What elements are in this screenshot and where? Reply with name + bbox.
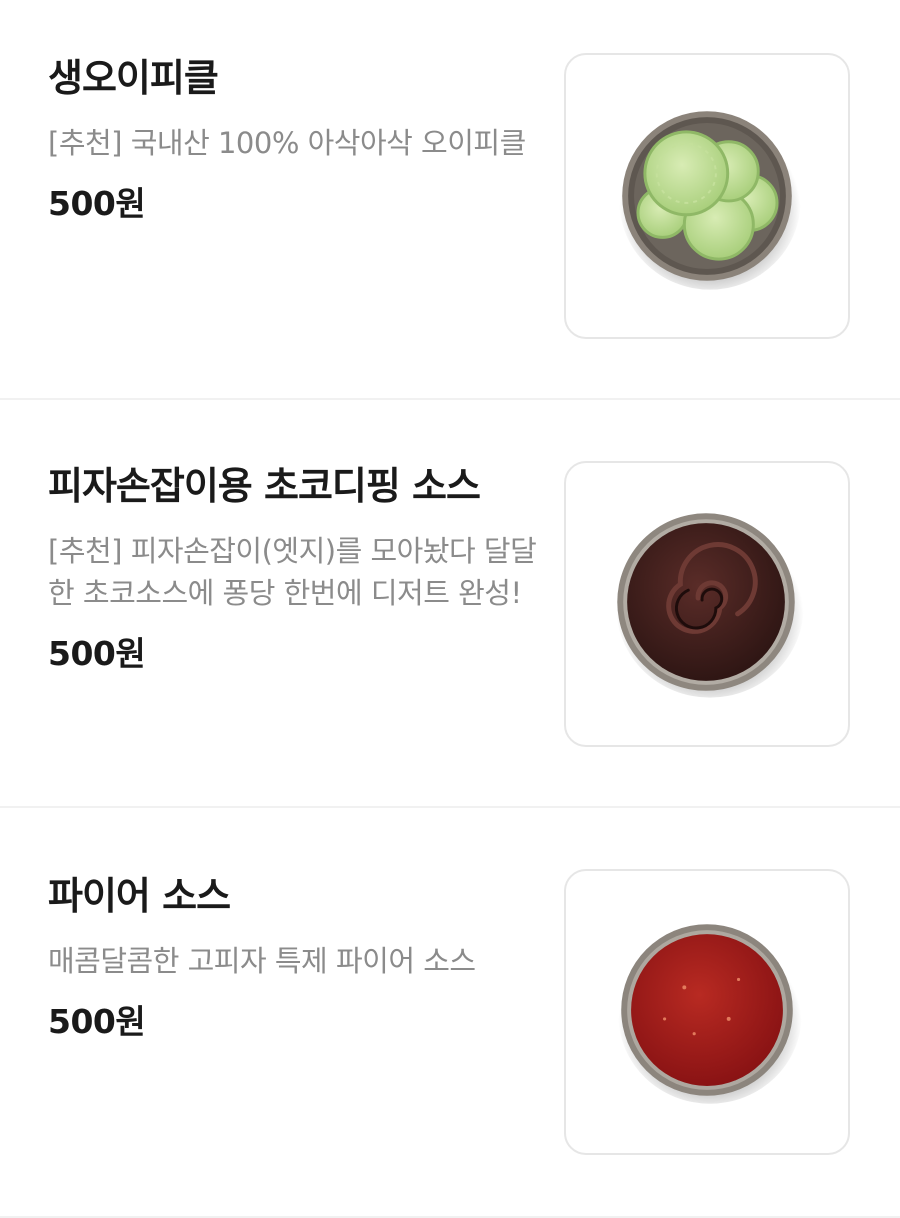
- menu-item-price: 500원: [48, 1002, 146, 1041]
- menu-item-description: [추천] 피자손잡이(엣지)를 모아놨다 달달한 초코소스에 퐁당 한번에 디저…: [48, 534, 537, 610]
- menu-item-price: 500원: [48, 634, 146, 673]
- menu-item-description: [추천] 국내산 100% 아삭아삭 오이피클: [48, 126, 526, 160]
- menu-item-image[interactable]: [564, 461, 850, 747]
- menu-item-image[interactable]: [564, 869, 850, 1155]
- menu-item-name: 파이어 소스: [48, 874, 231, 918]
- chocolate-sauce-bowl-icon: [616, 513, 804, 698]
- menu-item-name: 피자손잡이용 초코디핑 소스: [48, 464, 481, 508]
- menu-item-cucumber-pickle[interactable]: 생오이피클 [추천] 국내산 100% 아삭아삭 오이피클 500원: [0, 0, 900, 400]
- menu-item-info: 생오이피클 [추천] 국내산 100% 아삭아삭 오이피클 500원: [48, 52, 538, 226]
- menu-item-image[interactable]: [564, 53, 850, 339]
- menu-item-info: 파이어 소스 매콤달콤한 고피자 특제 파이어 소스 500원: [48, 870, 538, 1044]
- menu-item-info: 피자손잡이용 초코디핑 소스 [추천] 피자손잡이(엣지)를 모아놨다 달달한 …: [48, 460, 538, 676]
- menu-item-chocolate-dipping-sauce[interactable]: 피자손잡이용 초코디핑 소스 [추천] 피자손잡이(엣지)를 모아놨다 달달한 …: [0, 400, 900, 808]
- menu-list: 생오이피클 [추천] 국내산 100% 아삭아삭 오이피클 500원 피자손잡이…: [0, 0, 900, 1218]
- menu-item-price: 500원: [48, 184, 146, 223]
- cucumber-pickle-bowl-icon: [619, 111, 801, 290]
- menu-item-fire-sauce[interactable]: 파이어 소스 매콤달콤한 고피자 특제 파이어 소스 500원: [0, 808, 900, 1218]
- menu-item-description: 매콤달콤한 고피자 특제 파이어 소스: [48, 944, 476, 978]
- menu-item-name: 생오이피클: [48, 56, 219, 100]
- fire-sauce-bowl-icon: [618, 924, 802, 1104]
